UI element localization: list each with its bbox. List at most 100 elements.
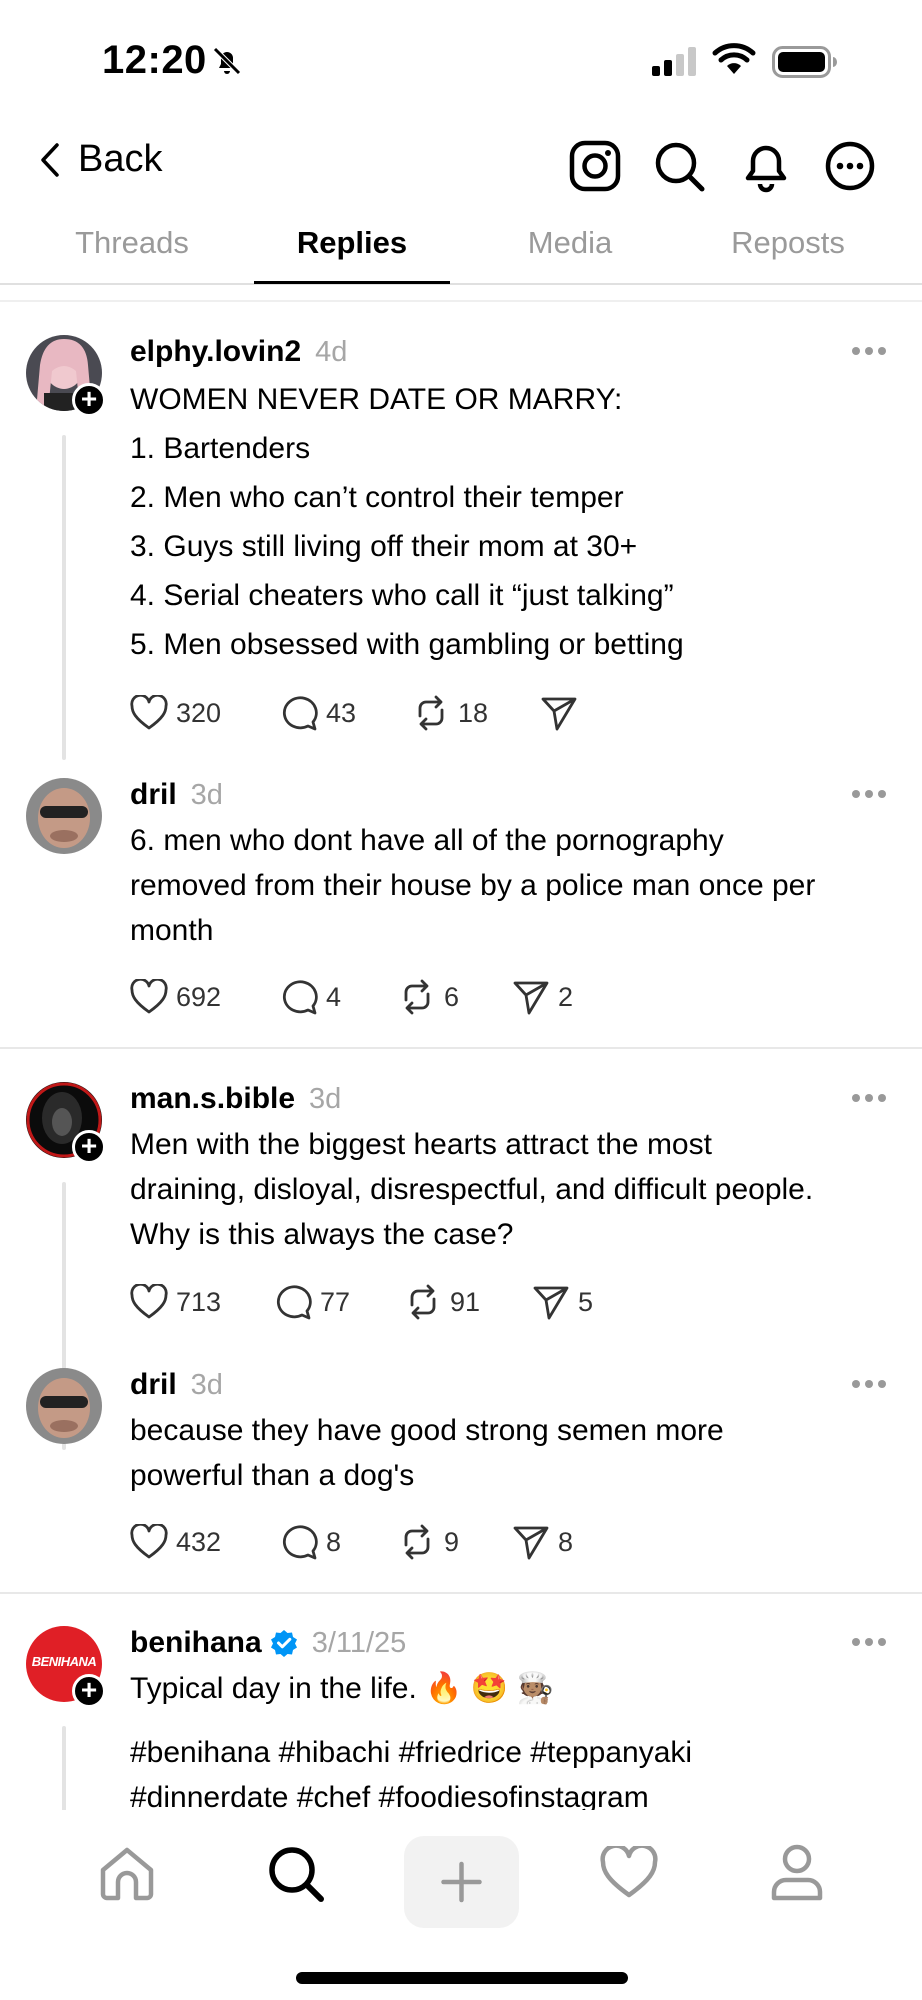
search-icon[interactable] xyxy=(651,138,707,194)
username[interactable]: benihana xyxy=(130,1626,262,1660)
text-line: 1. Bartenders xyxy=(130,432,311,465)
tab-reposts[interactable]: Reposts xyxy=(700,225,876,261)
like-button[interactable]: 320 xyxy=(130,695,280,731)
share-icon xyxy=(513,1526,549,1560)
thread-line xyxy=(62,435,66,760)
home-indicator xyxy=(296,1972,628,1984)
repost-button[interactable]: 18 xyxy=(412,694,540,732)
plus-icon xyxy=(441,1861,482,1903)
comment-count: 8 xyxy=(326,1526,342,1557)
battery-icon xyxy=(772,46,838,83)
like-count: 320 xyxy=(176,697,222,728)
follow-plus-icon[interactable]: + xyxy=(72,1130,106,1164)
share-button[interactable]: 8 xyxy=(512,1523,573,1561)
avatar-logo-text: BENIHANA xyxy=(31,1654,97,1669)
post-header: elphy.lovin2 4d xyxy=(130,335,347,369)
repost-count: 9 xyxy=(444,1526,460,1557)
post-header: man.s.bible 3d xyxy=(130,1082,341,1116)
avatar[interactable] xyxy=(26,778,102,854)
comment-count: 4 xyxy=(326,981,342,1012)
tab-replies[interactable]: Replies xyxy=(254,225,450,261)
back-button[interactable]: Back xyxy=(40,138,162,181)
tab-threads[interactable]: Threads xyxy=(50,225,214,261)
timestamp: 3d xyxy=(190,779,223,811)
activity-heart-icon[interactable] xyxy=(600,1843,658,1905)
comment-button[interactable]: 4 xyxy=(280,978,398,1016)
post-actions: 432 8 9 8 xyxy=(130,1522,573,1562)
username[interactable]: elphy.lovin2 xyxy=(130,335,301,369)
more-options-icon[interactable] xyxy=(852,790,886,800)
username[interactable]: dril xyxy=(130,1368,177,1402)
more-options-icon[interactable] xyxy=(852,1094,886,1104)
text-line: month xyxy=(130,914,214,947)
compose-button[interactable] xyxy=(404,1836,519,1928)
more-options-icon[interactable] xyxy=(852,1638,886,1648)
bell-icon[interactable] xyxy=(738,138,794,194)
divider xyxy=(0,300,922,302)
repost-button[interactable]: 91 xyxy=(404,1283,532,1321)
timestamp: 4d xyxy=(315,336,348,368)
follow-plus-icon[interactable]: + xyxy=(72,1674,106,1708)
repost-icon xyxy=(418,695,444,731)
text-line: 4. Serial cheaters who call it “just tal… xyxy=(130,579,674,612)
share-count: 2 xyxy=(558,981,574,1012)
repost-icon xyxy=(404,979,430,1015)
comment-button[interactable]: 77 xyxy=(274,1283,404,1321)
share-button[interactable]: 5 xyxy=(532,1283,593,1321)
instagram-icon[interactable] xyxy=(567,138,623,194)
heart-icon xyxy=(130,979,168,1014)
post-text: Men with the biggest hearts attract the … xyxy=(130,1122,896,1257)
username[interactable]: dril xyxy=(130,778,177,812)
share-button[interactable]: 2 xyxy=(512,978,573,1016)
text-line: Why is this always the case? xyxy=(130,1218,514,1251)
active-tab-indicator xyxy=(254,281,450,284)
more-circle-icon[interactable] xyxy=(822,138,878,194)
timestamp: 3/11/25 xyxy=(311,1627,407,1659)
text-line: powerful than a dog's xyxy=(130,1459,415,1492)
username[interactable]: man.s.bible xyxy=(130,1082,295,1116)
search-tab-icon[interactable] xyxy=(266,1844,326,1909)
comment-icon xyxy=(282,980,318,1015)
more-options-icon[interactable] xyxy=(852,1380,886,1390)
follow-plus-icon[interactable]: + xyxy=(72,383,106,417)
bottom-tab-bar xyxy=(0,1810,922,1940)
profile-icon[interactable] xyxy=(769,1842,825,1907)
home-icon[interactable] xyxy=(98,1846,156,1907)
comment-button[interactable]: 43 xyxy=(280,694,412,732)
like-button[interactable]: 432 xyxy=(130,1524,280,1560)
share-icon xyxy=(513,981,549,1015)
repost-button[interactable]: 9 xyxy=(398,1523,512,1561)
timestamp: 3d xyxy=(190,1369,223,1401)
text-line: 5. Men obsessed with gambling or betting xyxy=(130,628,684,661)
text-line: 6. men who dont have all of the pornogra… xyxy=(130,824,724,857)
like-count: 432 xyxy=(176,1526,222,1557)
repost-button[interactable]: 6 xyxy=(398,978,512,1016)
post-text: WOMEN NEVER DATE OR MARRY: 1. Bartenders… xyxy=(130,375,896,669)
text-line: 2. Men who can’t control their temper xyxy=(130,481,624,514)
divider xyxy=(0,1592,922,1594)
heart-icon xyxy=(130,1284,168,1319)
text-line: WOMEN NEVER DATE OR MARRY: xyxy=(130,383,623,416)
comment-button[interactable]: 8 xyxy=(280,1523,398,1561)
tab-media[interactable]: Media xyxy=(484,225,656,261)
post-text: 6. men who dont have all of the pornogra… xyxy=(130,818,896,953)
repost-icon xyxy=(410,1284,436,1320)
post-header: benihana 3/11/25 xyxy=(130,1626,406,1660)
avatar[interactable] xyxy=(26,1368,102,1444)
heart-icon xyxy=(130,1524,168,1559)
post-actions: 713 77 91 5 xyxy=(130,1282,593,1322)
share-icon xyxy=(541,697,577,731)
more-options-icon[interactable] xyxy=(852,347,886,357)
like-button[interactable]: 692 xyxy=(130,979,280,1015)
post-actions: 320 43 18 xyxy=(130,693,586,733)
comment-count: 43 xyxy=(326,697,357,728)
repost-count: 6 xyxy=(444,981,460,1012)
post-text: because they have good strong semen more… xyxy=(130,1408,896,1498)
share-button[interactable] xyxy=(540,694,586,732)
share-count: 5 xyxy=(578,1286,594,1317)
post-text: Typical day in the life. 🔥 🤩 🧑🏽‍🍳 #benih… xyxy=(130,1666,896,1820)
text-line: because they have good strong semen more xyxy=(130,1414,724,1447)
chevron-left-icon xyxy=(41,142,59,177)
like-button[interactable]: 713 xyxy=(130,1284,274,1320)
post-header: dril 3d xyxy=(130,1368,223,1402)
